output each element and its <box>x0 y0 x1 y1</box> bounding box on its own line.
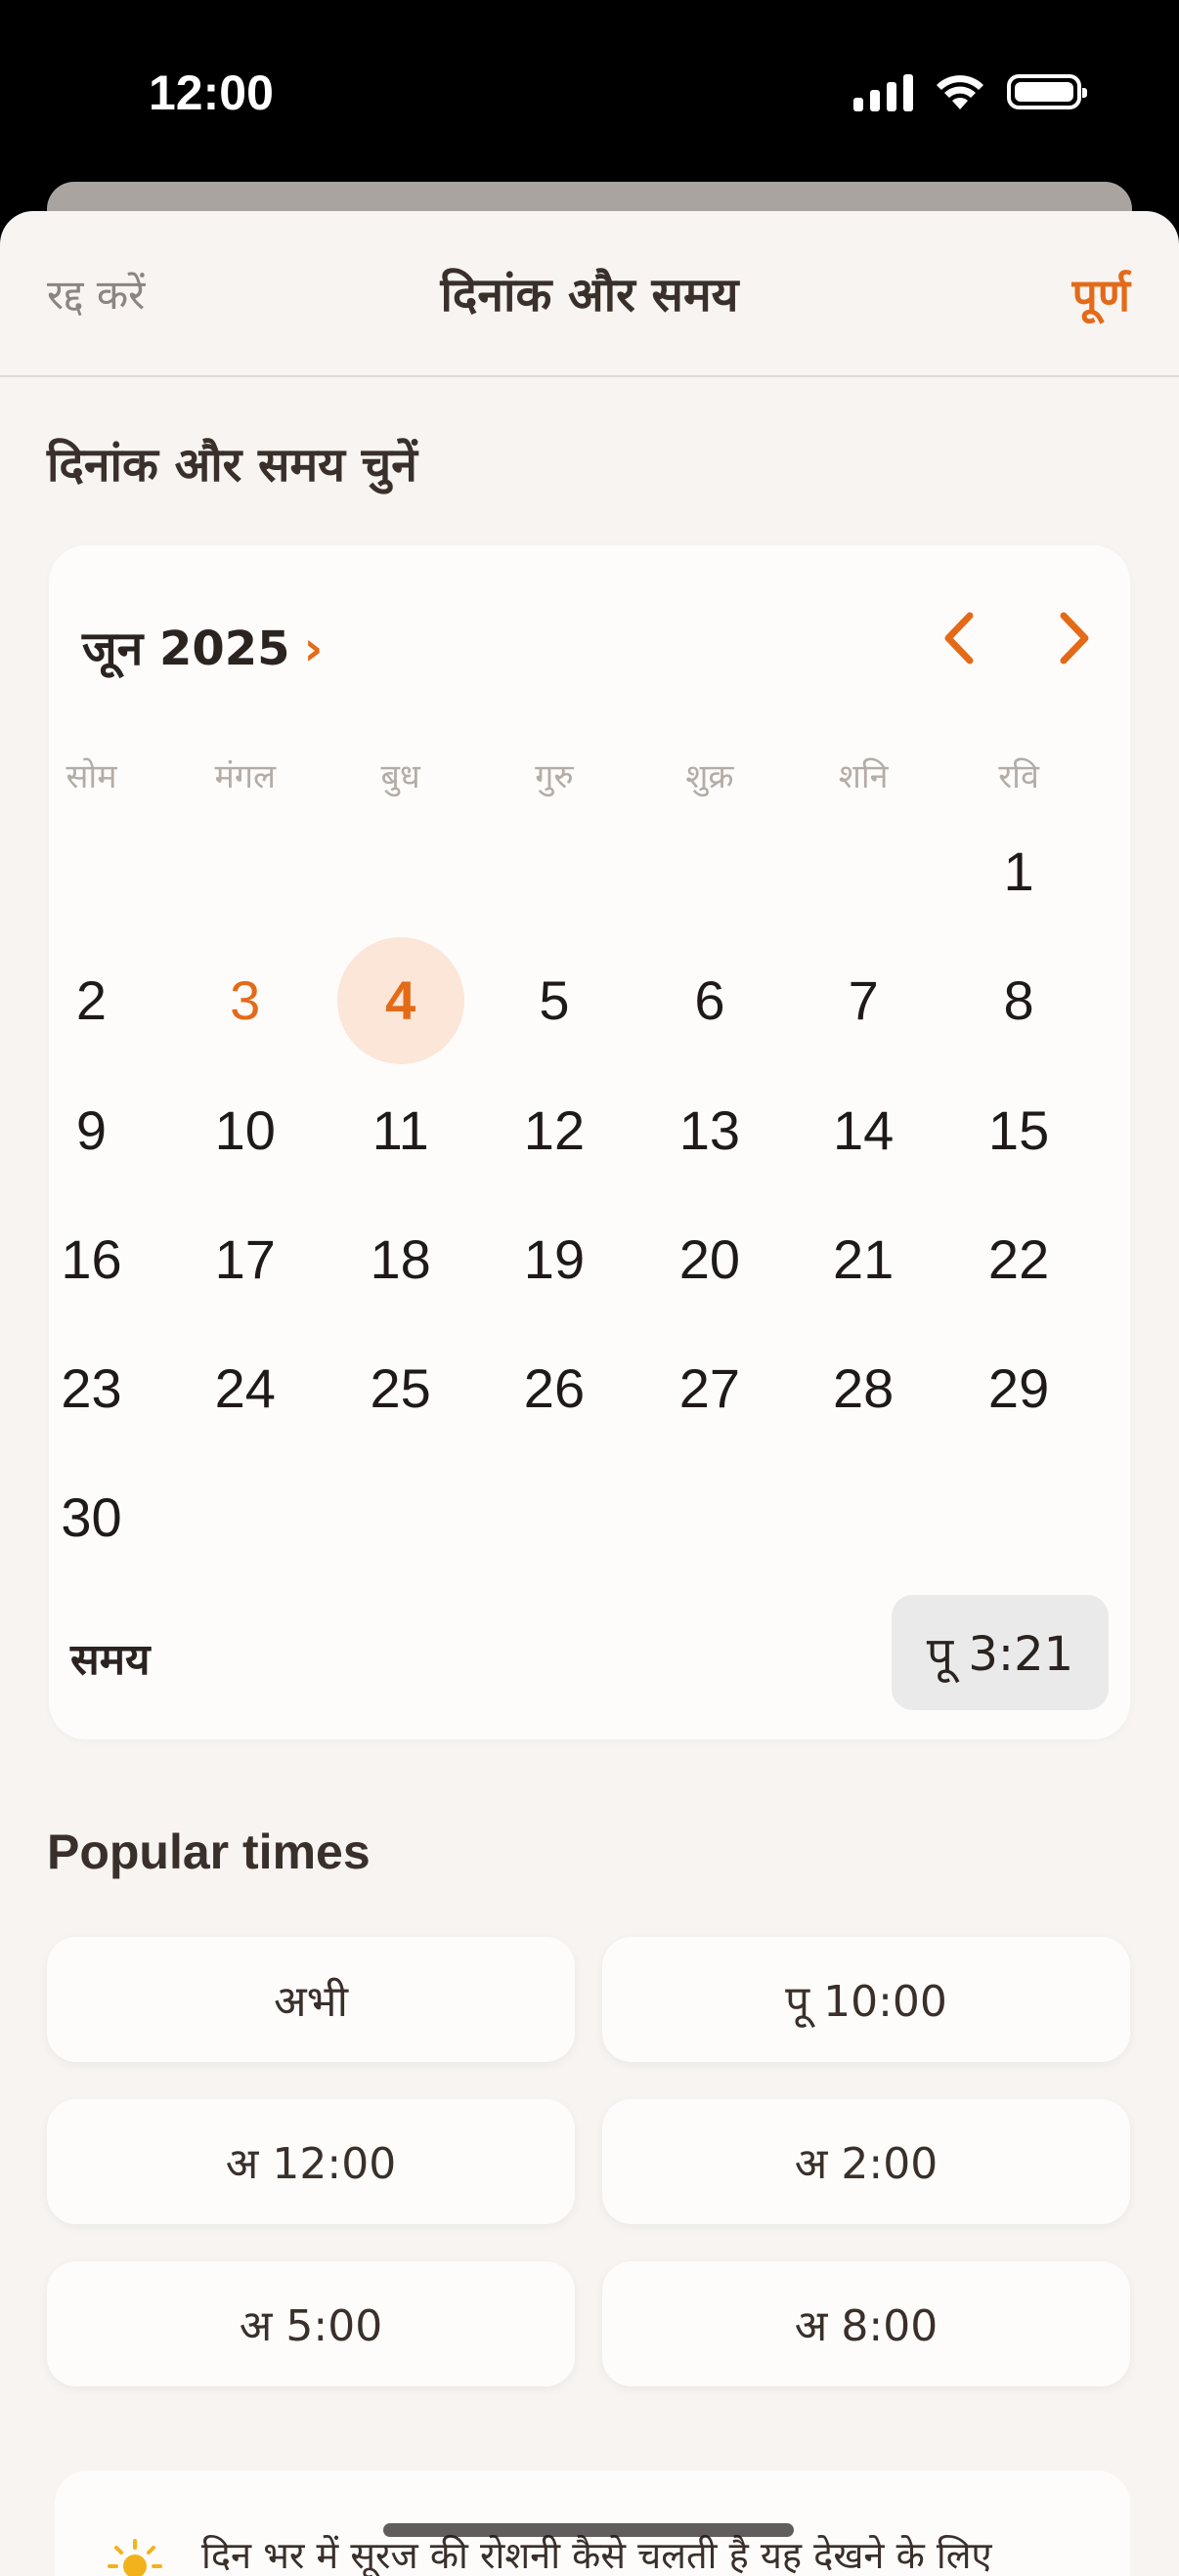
weekday-label: शनि <box>838 757 889 796</box>
calendar-day[interactable]: 5 <box>491 937 618 1064</box>
calendar-day[interactable]: 21 <box>800 1195 927 1322</box>
date-time-sheet: रद्द करें दिनांक और समय पूर्ण दिनांक और … <box>0 211 1179 2576</box>
status-time: 12:00 <box>149 65 274 120</box>
next-month-button[interactable] <box>1038 604 1107 672</box>
popular-time-button[interactable]: अ 8:00 <box>602 2261 1130 2386</box>
calendar-day[interactable]: 18 <box>337 1195 464 1322</box>
done-button[interactable]: पूर्ण <box>1072 264 1130 324</box>
calendar-day[interactable]: 22 <box>955 1195 1082 1322</box>
calendar-day[interactable]: 14 <box>800 1066 927 1193</box>
weekday-label: गुरु <box>535 757 574 796</box>
popular-time-button[interactable]: अ 5:00 <box>47 2261 575 2386</box>
chevron-right-icon <box>1060 612 1089 665</box>
popular-times-title: Popular times <box>47 1825 371 1879</box>
status-bar: 12:00 <box>0 0 1179 186</box>
calendar-day[interactable]: 7 <box>800 937 927 1064</box>
home-indicator <box>383 2523 794 2537</box>
status-icons <box>853 72 1087 111</box>
calendar-card: जून 2025 › सोम मंगल बुध गुरु शुक्र शनि रवि 12 34… <box>49 545 1130 1739</box>
calendar-day[interactable]: 26 <box>491 1324 618 1451</box>
cellular-signal-icon <box>853 72 913 111</box>
popular-time-button[interactable]: अ 2:00 <box>602 2099 1130 2224</box>
weekday-label: रवि <box>998 757 1039 796</box>
weekday-header: सोम मंगल बुध गुरु शुक्र शनि रवि <box>49 752 1130 811</box>
sheet-navbar: रद्द करें दिनांक और समय पूर्ण <box>0 211 1179 377</box>
month-label: जून 2025 <box>82 622 290 676</box>
calendar-day[interactable]: 12 <box>491 1066 618 1193</box>
chevron-left-icon <box>944 612 974 665</box>
calendar-day[interactable]: 11 <box>337 1066 464 1193</box>
calendar-day[interactable]: 3 <box>182 937 309 1064</box>
calendar-day[interactable]: 2 <box>27 937 154 1064</box>
calendar-day[interactable]: 8 <box>955 937 1082 1064</box>
calendar-day[interactable]: 24 <box>182 1324 309 1451</box>
sheet-title: दिनांक और समय <box>440 268 739 322</box>
calendar-day[interactable]: 28 <box>800 1324 927 1451</box>
weekday-label: बुध <box>380 757 420 796</box>
time-label: समय <box>70 1635 151 1685</box>
calendar-day[interactable]: 6 <box>646 937 773 1064</box>
calendar-day[interactable]: 17 <box>182 1195 309 1322</box>
calendar-day[interactable]: 13 <box>646 1066 773 1193</box>
calendar-day[interactable]: 16 <box>27 1195 154 1322</box>
calendar-day[interactable]: 9 <box>27 1066 154 1193</box>
popular-time-button[interactable]: अ 12:00 <box>47 2099 575 2224</box>
time-picker-button[interactable]: पू 3:21 <box>892 1595 1109 1710</box>
chevron-right-icon: › <box>303 622 324 676</box>
calendar-day[interactable]: 25 <box>337 1324 464 1451</box>
weekday-label: सोम <box>66 757 117 796</box>
calendar-day[interactable]: 4 <box>336 936 464 1064</box>
calendar-day[interactable]: 15 <box>955 1066 1082 1193</box>
sun-icon <box>108 2539 162 2576</box>
previous-month-button[interactable] <box>927 604 995 672</box>
calendar-day[interactable]: 10 <box>182 1066 309 1193</box>
weekday-label: मंगल <box>214 757 277 796</box>
calendar-day[interactable]: 30 <box>27 1454 154 1581</box>
battery-icon <box>1007 74 1087 109</box>
section-title: दिनांक और समय चुनें <box>47 438 417 493</box>
calendar-day[interactable]: 27 <box>646 1324 773 1451</box>
weekday-label: शुक्र <box>685 757 734 796</box>
calendar-day[interactable]: 23 <box>27 1324 154 1451</box>
calendar-day[interactable]: 20 <box>646 1195 773 1322</box>
calendar-day[interactable]: 1 <box>955 808 1082 935</box>
popular-time-button[interactable]: पू 10:00 <box>602 1937 1130 2062</box>
wifi-icon <box>937 75 983 109</box>
calendar-day[interactable]: 29 <box>955 1324 1082 1451</box>
month-selector[interactable]: जून 2025 › <box>82 616 323 679</box>
calendar-day[interactable]: 19 <box>491 1195 618 1322</box>
popular-time-button[interactable]: अभी <box>47 1937 575 2062</box>
